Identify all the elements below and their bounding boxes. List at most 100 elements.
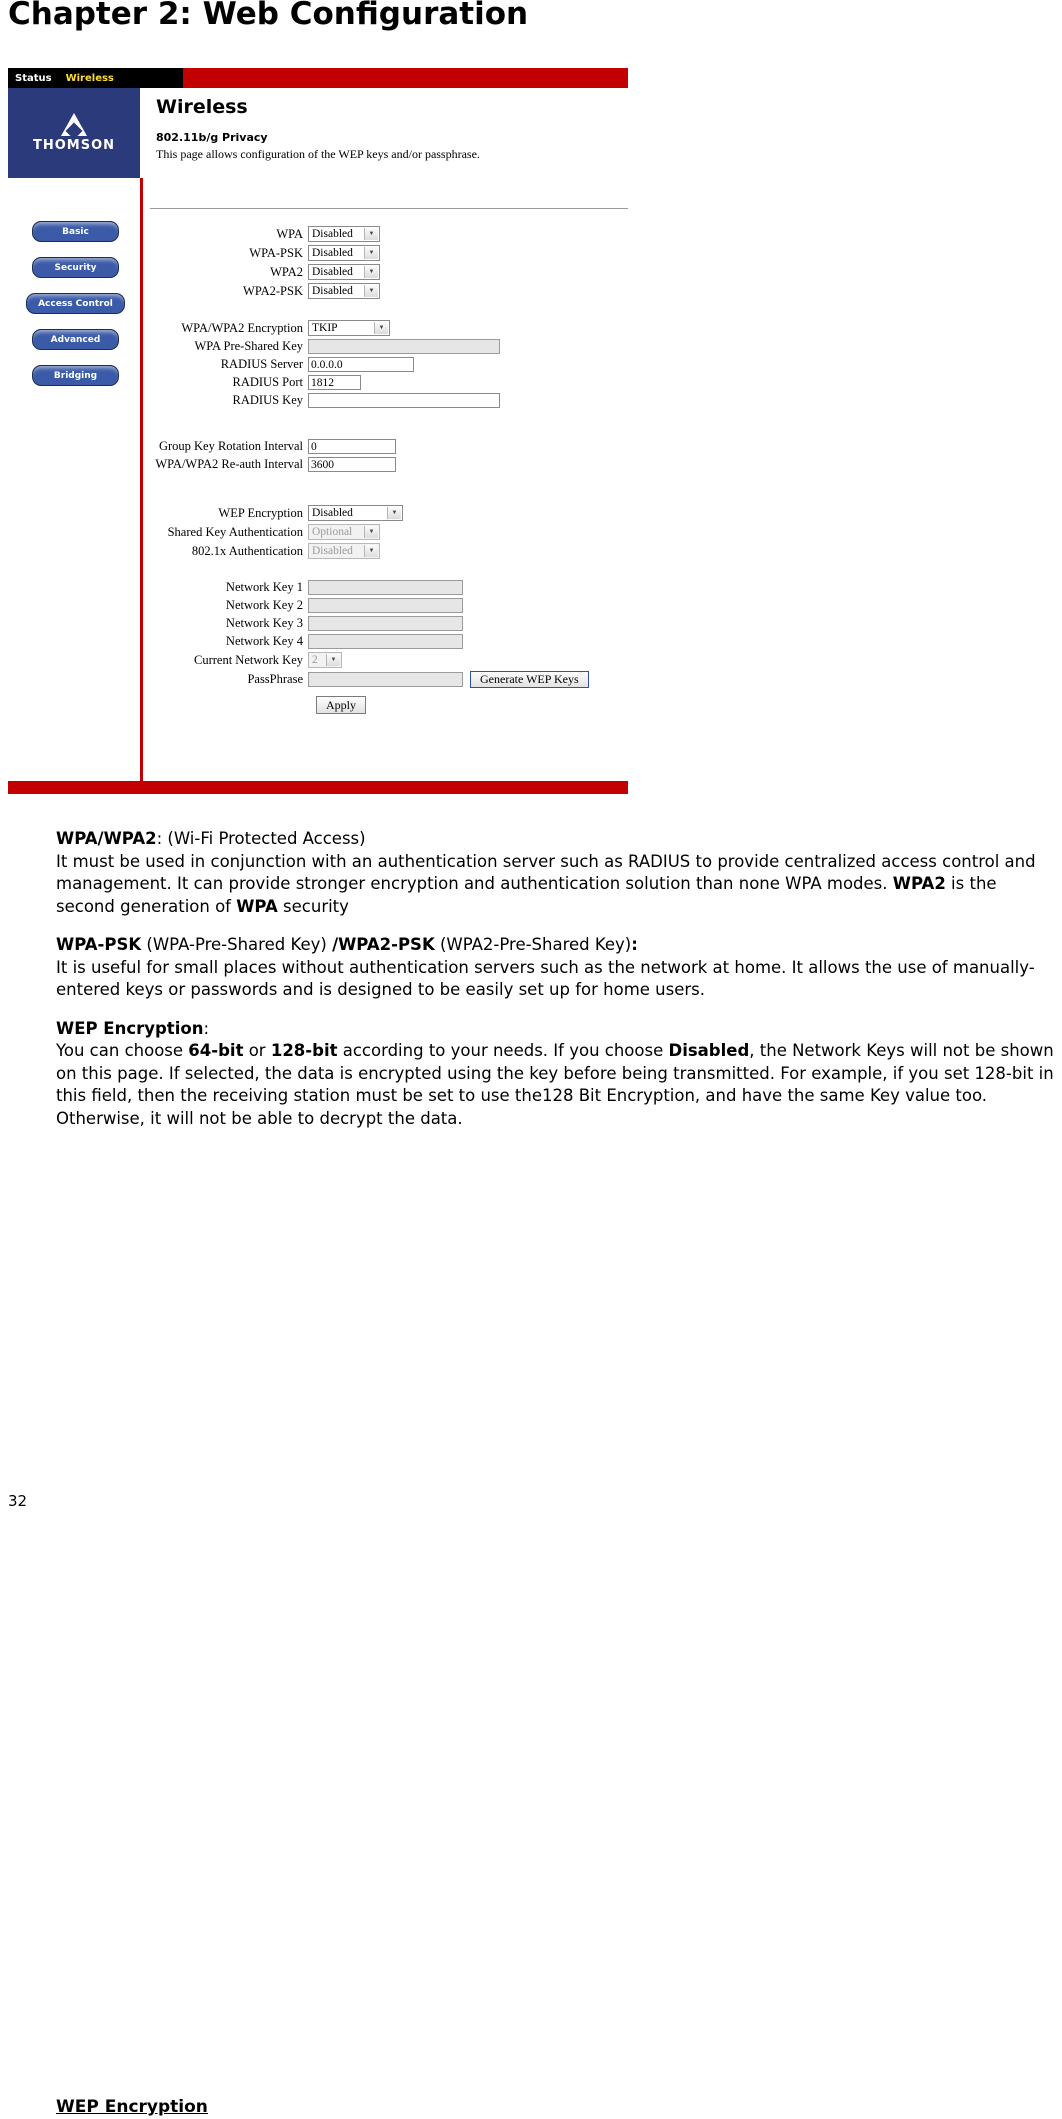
input-network-key-4[interactable] bbox=[308, 634, 463, 649]
row-reauth-interval: WPA/WPA2 Re-auth Interval 3600 bbox=[148, 457, 628, 472]
sidebar-item-bridging[interactable]: Bridging bbox=[32, 365, 119, 386]
label-network-key-3: Network Key 3 bbox=[225, 616, 303, 630]
input-radius-server[interactable]: 0.0.0.0 bbox=[308, 357, 414, 372]
para3-line-a: You can choose bbox=[56, 1041, 189, 1060]
input-wpa-preshared-key[interactable] bbox=[308, 339, 500, 354]
router-page-header: Wireless 802.11b/g Privacy This page all… bbox=[156, 96, 626, 162]
tab-wireless[interactable]: Wireless bbox=[59, 73, 121, 84]
label-radius-port: RADIUS Port bbox=[232, 375, 304, 389]
select-wpa-encryption-value: TKIP bbox=[312, 322, 338, 334]
para1-line-e: security bbox=[277, 896, 349, 916]
label-radius-key: RADIUS Key bbox=[232, 393, 303, 407]
chevron-down-icon: ▼ bbox=[364, 228, 378, 240]
select-wep-encryption[interactable]: Disabled ▼ bbox=[308, 505, 403, 521]
select-wpa2[interactable]: Disabled ▼ bbox=[308, 264, 380, 280]
sidebar-item-basic[interactable]: Basic bbox=[32, 221, 119, 242]
select-wpa-psk[interactable]: Disabled ▼ bbox=[308, 245, 380, 261]
select-wpa-psk-value: Disabled bbox=[312, 247, 353, 259]
select-shared-key-auth[interactable]: Optional ▼ bbox=[308, 524, 380, 540]
select-dot1x-auth[interactable]: Disabled ▼ bbox=[308, 543, 380, 559]
row-shared-key-auth: Shared Key Authentication Optional ▼ bbox=[148, 524, 628, 540]
row-network-key-4: Network Key 4 bbox=[148, 634, 628, 649]
sidebar-divider bbox=[140, 178, 143, 785]
para3-line-e: according to your needs. If you choose bbox=[337, 1041, 669, 1060]
para3-bold-f: Disabled bbox=[668, 1041, 750, 1060]
row-radius-server: RADIUS Server 0.0.0.0 bbox=[148, 357, 628, 372]
router-bottom-bar bbox=[8, 781, 628, 794]
router-page-subheading: 802.11b/g Privacy bbox=[156, 131, 268, 144]
thomson-mark-icon bbox=[61, 113, 87, 136]
para1-bold-d: WPA bbox=[236, 896, 278, 916]
select-wpa[interactable]: Disabled ▼ bbox=[308, 226, 380, 242]
row-wpa2: WPA2 Disabled ▼ bbox=[148, 264, 628, 280]
sidebar-item-access-control[interactable]: Access Control bbox=[26, 293, 125, 314]
label-network-key-2: Network Key 2 bbox=[225, 598, 303, 612]
paragraph-wpa-psk: WPA-PSK (WPA-Pre-Shared Key) /WPA2-PSK (… bbox=[56, 934, 1056, 1002]
label-wpa-encryption: WPA/WPA2 Encryption bbox=[181, 320, 303, 335]
label-wpa2: WPA2 bbox=[270, 264, 303, 279]
input-reauth-interval[interactable]: 3600 bbox=[308, 457, 396, 472]
row-wpa: WPA Disabled ▼ bbox=[148, 226, 628, 242]
select-current-network-key[interactable]: 2 ▼ bbox=[308, 652, 342, 668]
para3-bold-d: 128-bit bbox=[270, 1041, 338, 1060]
input-radius-port[interactable]: 1812 bbox=[308, 375, 361, 390]
input-network-key-2[interactable] bbox=[308, 598, 463, 613]
sidebar-item-advanced[interactable]: Advanced bbox=[32, 329, 119, 350]
row-wpa-psk: WPA-PSK Disabled ▼ bbox=[148, 245, 628, 261]
label-current-network-key: Current Network Key bbox=[194, 652, 303, 667]
input-radius-key[interactable] bbox=[308, 393, 500, 408]
section-heading-wep-encryption: WEP Encryption bbox=[56, 2097, 208, 2117]
chevron-down-icon: ▼ bbox=[387, 507, 401, 519]
row-apply: Apply bbox=[148, 696, 628, 714]
select-current-network-key-value: 2 bbox=[312, 654, 318, 666]
term-wep-encryption-rest: : bbox=[203, 1018, 209, 1038]
select-wpa2-psk[interactable]: Disabled ▼ bbox=[308, 283, 380, 299]
para1-bold-b: WPA2 bbox=[892, 874, 946, 893]
term-wpa-wpa2: WPA/WPA2 bbox=[56, 829, 157, 848]
tab-status[interactable]: Status bbox=[8, 73, 59, 84]
row-network-key-1: Network Key 1 bbox=[148, 580, 628, 595]
thomson-wordmark: THOMSON bbox=[32, 138, 116, 153]
router-top-bar: Status Wireless bbox=[8, 68, 628, 88]
wireless-privacy-form: WPA Disabled ▼ WPA-PSK Disabled ▼ WPA2 D… bbox=[148, 226, 628, 717]
row-radius-key: RADIUS Key bbox=[148, 393, 628, 408]
router-page-description: This page allows configuration of the WE… bbox=[156, 147, 480, 161]
apply-button[interactable]: Apply bbox=[316, 696, 366, 714]
label-network-key-1: Network Key 1 bbox=[225, 580, 303, 594]
row-group-key-rotation: Group Key Rotation Interval 0 bbox=[148, 439, 628, 454]
para1-line-a: It must be used in conjunction with an a… bbox=[56, 851, 1036, 894]
row-wpa-preshared-key: WPA Pre-Shared Key bbox=[148, 339, 628, 354]
select-wpa-value: Disabled bbox=[312, 228, 353, 240]
router-page-heading: Wireless bbox=[156, 96, 248, 118]
input-group-key-rotation[interactable]: 0 bbox=[308, 439, 396, 454]
row-wpa-encryption: WPA/WPA2 Encryption TKIP ▼ bbox=[148, 320, 628, 336]
router-config-screenshot: Status Wireless THOMSON Basic Security A… bbox=[8, 68, 628, 795]
row-network-key-2: Network Key 2 bbox=[148, 598, 628, 613]
chevron-down-icon: ▼ bbox=[326, 654, 340, 666]
label-passphrase: PassPhrase bbox=[247, 672, 303, 686]
input-passphrase[interactable] bbox=[308, 672, 463, 687]
chevron-down-icon: ▼ bbox=[364, 545, 378, 557]
select-wpa-encryption[interactable]: TKIP ▼ bbox=[308, 320, 390, 336]
select-wpa2-psk-value: Disabled bbox=[312, 285, 353, 297]
input-network-key-3[interactable] bbox=[308, 616, 463, 631]
chevron-down-icon: ▼ bbox=[364, 247, 378, 259]
generate-wep-keys-button[interactable]: Generate WEP Keys bbox=[470, 671, 589, 688]
label-radius-server: RADIUS Server bbox=[220, 357, 303, 371]
chevron-down-icon: ▼ bbox=[364, 266, 378, 278]
select-wep-encryption-value: Disabled bbox=[312, 507, 353, 519]
router-tab-strip: Status Wireless bbox=[8, 68, 183, 88]
sidebar-item-security[interactable]: Security bbox=[32, 257, 119, 278]
term-wpa2-psk: /WPA2-PSK bbox=[332, 935, 435, 954]
para2-colon: : bbox=[631, 935, 638, 954]
para3-bold-b: 64-bit bbox=[188, 1041, 244, 1060]
thomson-logo: THOMSON bbox=[8, 88, 140, 178]
page-title: Chapter 2: Web Configuration bbox=[8, 0, 529, 32]
paragraph-wep-encryption: WEP Encryption: You can choose 64-bit or… bbox=[56, 1018, 1056, 1131]
body-text: WPA/WPA2: (Wi-Fi Protected Access) It mu… bbox=[56, 828, 1056, 2117]
label-reauth-interval: WPA/WPA2 Re-auth Interval bbox=[155, 457, 303, 471]
row-wep-encryption: WEP Encryption Disabled ▼ bbox=[148, 505, 628, 521]
input-network-key-1[interactable] bbox=[308, 580, 463, 595]
label-wpa-preshared-key: WPA Pre-Shared Key bbox=[194, 339, 303, 353]
row-network-key-3: Network Key 3 bbox=[148, 616, 628, 631]
